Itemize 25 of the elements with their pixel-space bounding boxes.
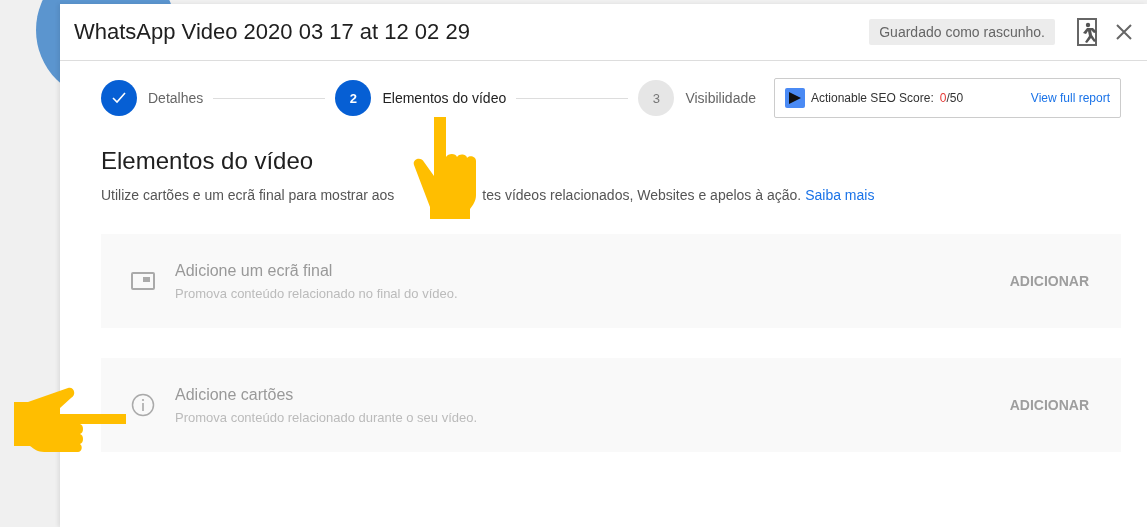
saved-status: Guardado como rascunho. bbox=[869, 19, 1055, 45]
card-title: Adicione um ecrã final bbox=[175, 261, 334, 280]
card-subtitle: Promova conteúdo relacionado no final do vídeo. bbox=[175, 285, 459, 301]
step-label[interactable]: Visibilidade bbox=[685, 90, 756, 106]
exit-icon[interactable] bbox=[1077, 18, 1099, 46]
step-number[interactable]: 3 bbox=[638, 80, 675, 116]
step-label[interactable]: Elementos do vídeo bbox=[382, 90, 507, 106]
learn-more-link[interactable]: Saiba mais bbox=[805, 187, 875, 203]
section-heading: Elementos do vídeo bbox=[101, 147, 315, 175]
section-description: Utilize cartões e um ecrã final para mostrar aos bbox=[101, 187, 395, 203]
seo-score-label: Actionable SEO Score: bbox=[811, 91, 934, 105]
card-title: Adicione cartões bbox=[175, 385, 295, 404]
view-report-link[interactable]: View full report bbox=[1030, 91, 1110, 105]
step-number[interactable]: 2 bbox=[335, 80, 372, 116]
seo-score-value: 0 bbox=[939, 91, 947, 105]
play-logo-icon bbox=[785, 88, 805, 108]
close-icon[interactable] bbox=[1115, 23, 1133, 41]
seo-score-total: /50 bbox=[946, 91, 964, 105]
card-subtitle: Promova conteúdo relacionado durante o seu vídeo. bbox=[175, 409, 479, 425]
end-screen-icon bbox=[131, 271, 155, 291]
dialog-title: WhatsApp Video 2020 03 17 at 12 02 29 bbox=[74, 19, 471, 45]
step-check-icon[interactable] bbox=[101, 80, 137, 116]
info-icon bbox=[131, 393, 155, 417]
section-description: tes vídeos relacionados, Websites e apelos à ação. bbox=[482, 187, 802, 203]
step-label[interactable]: Detalhes bbox=[148, 90, 204, 106]
